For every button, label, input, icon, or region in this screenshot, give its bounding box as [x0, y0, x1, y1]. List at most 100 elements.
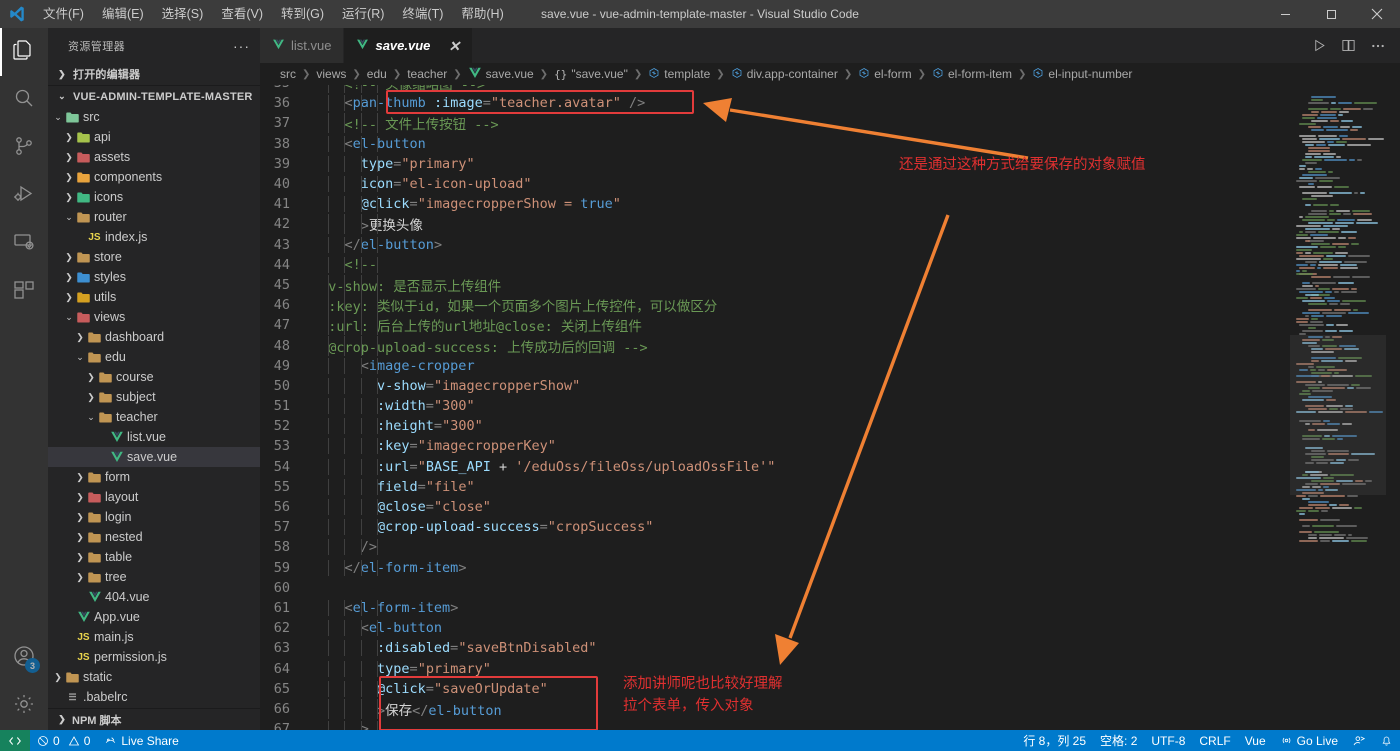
menu-edit[interactable]: 编辑(E): [93, 0, 153, 28]
tree-item-table[interactable]: ❯ table: [48, 547, 260, 567]
tree-item-login[interactable]: ❯ login: [48, 507, 260, 527]
tree-item-views[interactable]: ⌄ views: [48, 307, 260, 327]
breadcrumb-item-elform[interactable]: el-form: [858, 67, 912, 82]
code-line[interactable]: 50 v-show="imagecropperShow": [260, 376, 1400, 396]
tab-save-vue[interactable]: save.vue ✕: [344, 28, 474, 63]
activity-search[interactable]: [0, 76, 48, 124]
code-line[interactable]: 58 />: [260, 537, 1400, 557]
tree-item-assets[interactable]: ❯ assets: [48, 147, 260, 167]
tree-item-permission-js[interactable]: JS permission.js: [48, 647, 260, 667]
code-line[interactable]: 67 >: [260, 719, 1400, 730]
breadcrumb-item-views[interactable]: views: [316, 67, 346, 81]
code-line[interactable]: 37 <!-- 文件上传按钮 -->: [260, 113, 1400, 134]
eol-setting[interactable]: CRLF: [1192, 730, 1237, 751]
code-line[interactable]: 39 type="primary": [260, 154, 1400, 174]
tree-item-layout[interactable]: ❯ layout: [48, 487, 260, 507]
tree-item-save-vue[interactable]: save.vue: [48, 447, 260, 467]
tree-item-dashboard[interactable]: ❯ dashboard: [48, 327, 260, 347]
tree-item-edu[interactable]: ⌄ edu: [48, 347, 260, 367]
split-editor-icon[interactable]: [1341, 38, 1356, 53]
code-line[interactable]: 65 @click="saveOrUpdate": [260, 679, 1400, 699]
menu-help[interactable]: 帮助(H): [452, 0, 512, 28]
language-mode[interactable]: Vue: [1238, 730, 1273, 751]
menu-selection[interactable]: 选择(S): [153, 0, 213, 28]
menu-go[interactable]: 转到(G): [272, 0, 333, 28]
ellipsis-icon[interactable]: [1370, 38, 1386, 54]
indentation-setting[interactable]: 空格: 2: [1093, 730, 1144, 751]
code-line[interactable]: 47 :url: 后台上传的url地址@close: 关闭上传组件: [260, 315, 1400, 336]
maximize-button[interactable]: [1308, 0, 1354, 28]
activity-explorer[interactable]: [0, 28, 48, 76]
tree-item-static[interactable]: ❯ static: [48, 667, 260, 687]
feedback-icon[interactable]: [1345, 730, 1373, 751]
file-tree[interactable]: ⌄ src ❯ api ❯ assets ❯ components ❯ icons ⌄ router J…: [48, 107, 260, 708]
menu-run[interactable]: 运行(R): [333, 0, 393, 28]
encoding-setting[interactable]: UTF-8: [1144, 730, 1192, 751]
code-line[interactable]: 61 <el-form-item>: [260, 598, 1400, 618]
breadcrumb-item-edu[interactable]: edu: [367, 67, 387, 81]
tree-item-subject[interactable]: ❯ subject: [48, 387, 260, 407]
cursor-position[interactable]: 行 8，列 25: [1016, 730, 1093, 751]
go-live-button[interactable]: Go Live: [1273, 730, 1345, 751]
remote-indicator[interactable]: [0, 730, 30, 751]
tree-item-components[interactable]: ❯ components: [48, 167, 260, 187]
activity-manage[interactable]: [0, 682, 48, 730]
activity-source-control[interactable]: [0, 124, 48, 172]
code-line[interactable]: 59 </el-form-item>: [260, 558, 1400, 578]
code-line[interactable]: 46 :key: 类似于id，如果一个页面多个图片上传控件，可以做区分: [260, 295, 1400, 316]
tree-item-styles[interactable]: ❯ styles: [48, 267, 260, 287]
tree-item--babelrc[interactable]: ☰ .babelrc: [48, 687, 260, 707]
tree-item-main-js[interactable]: JS main.js: [48, 627, 260, 647]
code-line[interactable]: 60: [260, 578, 1400, 598]
tree-item-course[interactable]: ❯ course: [48, 367, 260, 387]
breadcrumb-item-savevue[interactable]: save.vue: [468, 66, 534, 83]
code-line[interactable]: 45 v-show: 是否显示上传组件: [260, 274, 1400, 295]
breadcrumb-item-teacher[interactable]: teacher: [407, 67, 447, 81]
breadcrumb-item-divappcontainer[interactable]: div.app-container: [731, 67, 838, 82]
close-icon[interactable]: ✕: [448, 39, 460, 53]
activity-accounts[interactable]: 3: [0, 634, 48, 682]
menu-view[interactable]: 查看(V): [212, 0, 272, 28]
tab-list-vue[interactable]: list.vue: [260, 28, 345, 63]
tree-item-nested[interactable]: ❯ nested: [48, 527, 260, 547]
activity-extensions[interactable]: [0, 268, 48, 316]
activity-run-and-debug[interactable]: [0, 172, 48, 220]
play-icon[interactable]: [1312, 38, 1327, 53]
section-project-root[interactable]: ⌄ VUE-ADMIN-TEMPLATE-MASTER: [48, 85, 260, 107]
activity-remote-explorer[interactable]: [0, 220, 48, 268]
code-line[interactable]: 55 field="file": [260, 477, 1400, 497]
code-line[interactable]: 52 :height="300": [260, 416, 1400, 436]
breadcrumb-item-savevue[interactable]: {} "save.vue": [554, 67, 628, 81]
editor-scrollbar[interactable]: [1386, 85, 1400, 730]
tree-item-teacher[interactable]: ⌄ teacher: [48, 407, 260, 427]
code-line[interactable]: 64 type="primary": [260, 658, 1400, 678]
code-line[interactable]: 57 @crop-upload-success="cropSuccess": [260, 517, 1400, 537]
code-line[interactable]: 51 :width="300": [260, 396, 1400, 416]
tree-item-utils[interactable]: ❯ utils: [48, 287, 260, 307]
breadcrumb-item-elformitem[interactable]: el-form-item: [932, 67, 1012, 82]
minimize-button[interactable]: [1262, 0, 1308, 28]
code-line[interactable]: 38 <el-button: [260, 134, 1400, 154]
code-line[interactable]: 56 @close="close": [260, 497, 1400, 517]
tree-item-router[interactable]: ⌄ router: [48, 207, 260, 227]
code-line[interactable]: 43 </el-button>: [260, 235, 1400, 255]
tree-item-api[interactable]: ❯ api: [48, 127, 260, 147]
breadcrumb-item-src[interactable]: src: [280, 67, 296, 81]
bell-icon[interactable]: [1373, 730, 1400, 751]
code-line[interactable]: 36 <pan-thumb :image="teacher.avatar" />: [260, 93, 1400, 113]
code-line[interactable]: 48 @crop-upload-success: 上传成功后的回调 -->: [260, 335, 1400, 356]
code-line[interactable]: 54 :url="BASE_API + '/eduOss/fileOss/upl…: [260, 457, 1400, 477]
code-line[interactable]: 63 :disabled="saveBtnDisabled": [260, 638, 1400, 658]
minimap-slider[interactable]: [1290, 335, 1386, 495]
tree-item-form[interactable]: ❯ form: [48, 467, 260, 487]
ellipsis-icon[interactable]: ···: [233, 38, 250, 54]
section-npm-scripts[interactable]: ❯ NPM 脚本: [48, 708, 260, 730]
code-line[interactable]: 42 >更换头像: [260, 214, 1400, 235]
menu-terminal[interactable]: 终端(T): [393, 0, 452, 28]
breadcrumb-item-template[interactable]: template: [648, 67, 710, 82]
code-line[interactable]: 41 @click="imagecropperShow = true": [260, 194, 1400, 214]
breadcrumb-item-elinputnumber[interactable]: el-input-number: [1032, 67, 1132, 82]
minimap[interactable]: [1290, 85, 1386, 730]
close-button[interactable]: [1354, 0, 1400, 28]
tree-item-list-vue[interactable]: list.vue: [48, 427, 260, 447]
